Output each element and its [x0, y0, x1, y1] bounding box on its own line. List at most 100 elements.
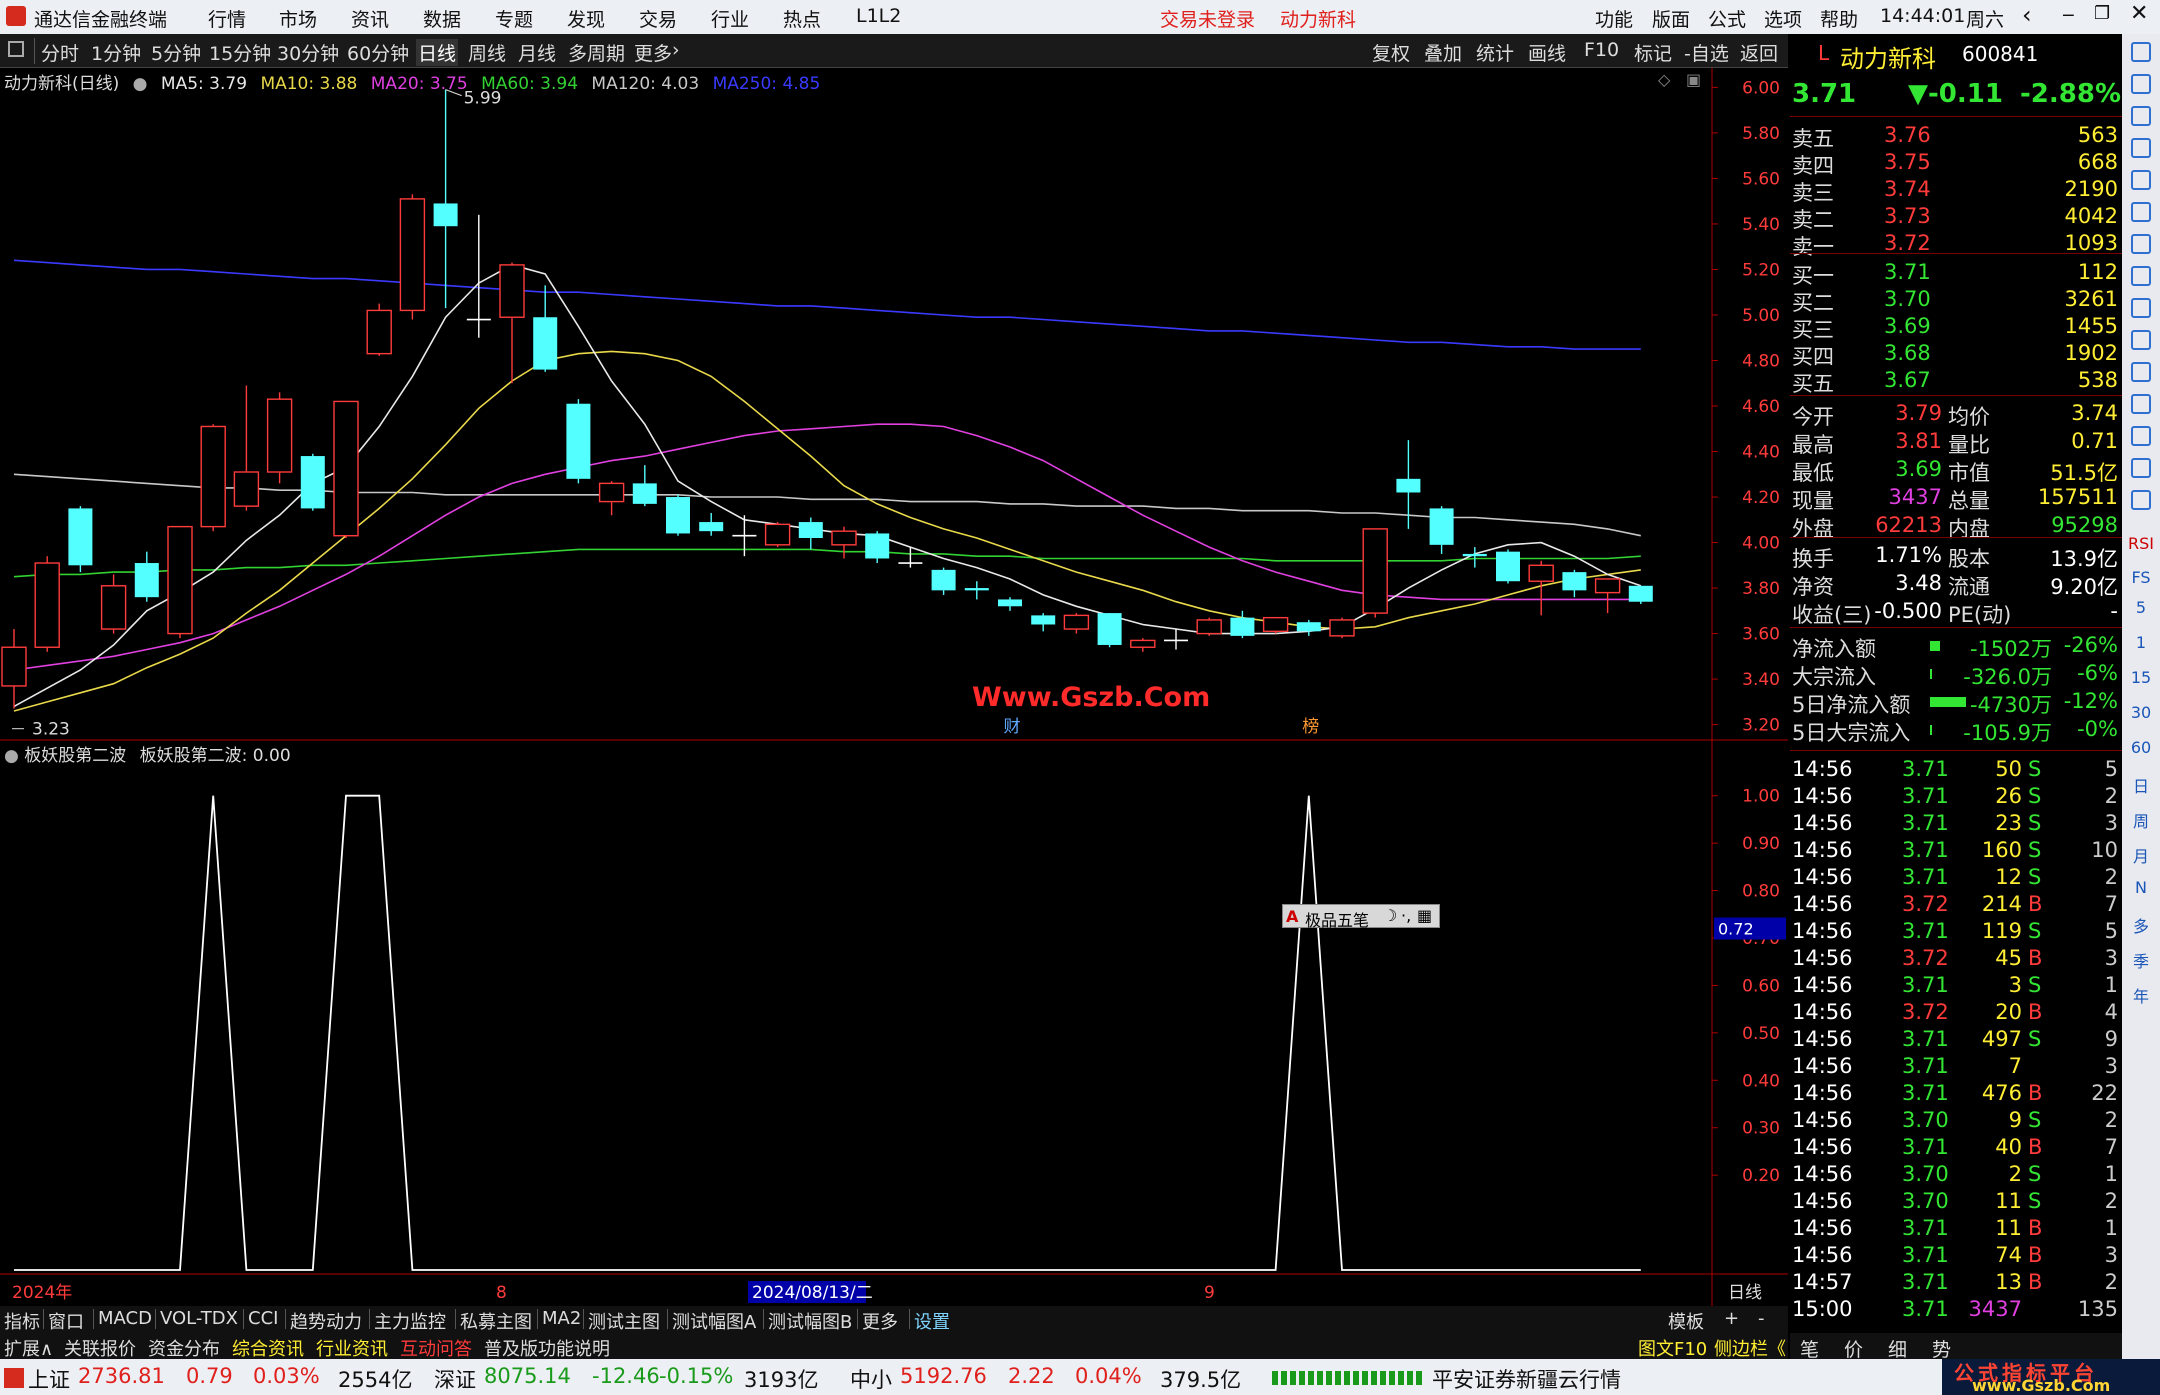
menu-zixun[interactable]: 资讯: [351, 5, 389, 32]
up-arrow-icon[interactable]: [2131, 74, 2151, 94]
info-right-tab-0[interactable]: 图文F10: [1638, 1335, 1707, 1361]
side-label-5[interactable]: 30: [2122, 703, 2160, 722]
period-day[interactable]: 日线: [416, 39, 459, 66]
ask-price[interactable]: 3.74: [1884, 177, 1931, 201]
period-fenshi[interactable]: 分时: [41, 39, 79, 66]
info-tab-3[interactable]: 综合资讯: [232, 1335, 304, 1361]
ask-price[interactable]: 3.75: [1884, 150, 1931, 174]
menu-banmian[interactable]: 版面: [1652, 5, 1690, 32]
grid-icon[interactable]: [2131, 170, 2151, 190]
side-label-11[interactable]: 多: [2122, 913, 2160, 937]
flow-icon[interactable]: [2131, 490, 2151, 510]
ask-price[interactable]: 3.72: [1884, 231, 1931, 255]
bid-price[interactable]: 3.68: [1884, 341, 1931, 365]
side-label-12[interactable]: 季: [2122, 948, 2160, 972]
info-right-tab-1[interactable]: 侧边栏《: [1714, 1335, 1786, 1361]
restore-icon[interactable]: ❐: [2094, 3, 2110, 24]
period-60min[interactable]: 60分钟: [347, 39, 409, 66]
period-1min[interactable]: 1分钟: [91, 39, 141, 66]
ime-toolbar[interactable]: A 极品五笔 ☽ ·, ▦: [1282, 904, 1440, 931]
menu-jiaoyi[interactable]: 交易: [639, 5, 677, 32]
chart-icon[interactable]: [2131, 202, 2151, 222]
quote-tab-jia[interactable]: 价: [1844, 1335, 1863, 1362]
info-tab-4[interactable]: 行业资讯: [316, 1335, 388, 1361]
tool-huaxian[interactable]: 画线: [1528, 39, 1566, 66]
tool-biaoji[interactable]: 标记: [1634, 39, 1672, 66]
close-icon[interactable]: ✕: [2130, 1, 2148, 26]
menu-gongshi[interactable]: 公式: [1708, 5, 1746, 32]
side-label-3[interactable]: 1: [2122, 633, 2160, 652]
side-label-13[interactable]: 年: [2122, 983, 2160, 1007]
menu-hangqing[interactable]: 行情: [208, 5, 246, 32]
bid-price[interactable]: 3.69: [1884, 314, 1931, 338]
menu-redian[interactable]: 热点: [783, 5, 821, 32]
screen-icon[interactable]: [2131, 426, 2151, 446]
side-label-4[interactable]: 15: [2122, 668, 2160, 687]
bid-price[interactable]: 3.67: [1884, 368, 1931, 392]
indicator-tab-5[interactable]: 趋势动力: [290, 1308, 362, 1334]
login-status[interactable]: 交易未登录: [1160, 5, 1255, 32]
menu-bangzhu[interactable]: 帮助: [1820, 5, 1858, 32]
menu-zhuanti[interactable]: 专题: [495, 5, 533, 32]
indicator-tab-10[interactable]: 测试幅图A: [672, 1308, 756, 1334]
tool-fuquan[interactable]: 复权: [1372, 39, 1410, 66]
menu-xuanxiang[interactable]: 选项: [1764, 5, 1802, 32]
menu-shuju[interactable]: 数据: [423, 5, 461, 32]
ime-moon-icon[interactable]: ☽: [1383, 906, 1397, 925]
side-label-7[interactable]: 日: [2122, 773, 2160, 797]
table-icon[interactable]: [2131, 330, 2151, 350]
ask-price[interactable]: 3.76: [1884, 123, 1931, 147]
side-label-9[interactable]: 月: [2122, 843, 2160, 867]
down-arrow-icon[interactable]: [2131, 106, 2151, 126]
indicator-tab-6[interactable]: 主力监控: [374, 1308, 446, 1334]
bid-price[interactable]: 3.70: [1884, 287, 1931, 311]
trend-icon[interactable]: [2131, 234, 2151, 254]
price-chart[interactable]: 5.99 3.23 财 榜 Www.Gszb.Com 6.00 5.80 5.60 5.40 5…: [0, 68, 1788, 1306]
menu-l1l2[interactable]: L1L2: [856, 5, 901, 27]
indicator-tab-9[interactable]: 测试主图: [588, 1308, 660, 1334]
event-label[interactable]: 榜: [1302, 717, 1319, 737]
info-tab-2[interactable]: 资金分布: [148, 1335, 220, 1361]
ime-a-icon[interactable]: A: [1286, 907, 1298, 926]
menu-hangye[interactable]: 行业: [711, 5, 749, 32]
tool-fanhui[interactable]: 返回: [1740, 39, 1778, 66]
quote-tab-bi[interactable]: 笔: [1800, 1335, 1819, 1362]
quote-tab-xi[interactable]: 细: [1888, 1335, 1907, 1362]
template-tab-1[interactable]: +: [1724, 1308, 1739, 1329]
event-label[interactable]: 财: [1004, 717, 1021, 737]
clock-icon[interactable]: [2131, 458, 2151, 478]
period-week[interactable]: 周线: [468, 39, 506, 66]
tool-diejia[interactable]: 叠加: [1424, 39, 1462, 66]
indicator-tab-8[interactable]: MA2: [542, 1308, 581, 1329]
period-30min[interactable]: 30分钟: [277, 39, 339, 66]
f2-icon[interactable]: [2131, 394, 2151, 414]
side-label-0[interactable]: RSI: [2122, 534, 2160, 553]
more-arrow-icon[interactable]: ›: [672, 39, 680, 61]
indicator-tab-1[interactable]: 窗口: [48, 1308, 84, 1334]
info-tab-0[interactable]: 扩展∧: [4, 1335, 53, 1361]
indicator-tab-4[interactable]: CCI: [248, 1308, 278, 1329]
info-tab-6[interactable]: 普及版功能说明: [484, 1335, 610, 1361]
news-icon[interactable]: [2131, 266, 2151, 286]
period-multi[interactable]: 多周期: [568, 39, 625, 66]
menu-gongneng[interactable]: 功能: [1595, 5, 1633, 32]
period-more[interactable]: 更多: [634, 39, 672, 66]
tool-tongji[interactable]: 统计: [1476, 39, 1514, 66]
menu-faxian[interactable]: 发现: [567, 5, 605, 32]
menu-shichang[interactable]: 市场: [279, 5, 317, 32]
indicator-tab-7[interactable]: 私募主图: [460, 1308, 532, 1334]
minimize-icon[interactable]: ‒: [2062, 2, 2075, 26]
panel-toggle-icon[interactable]: [8, 41, 24, 57]
template-tab-2[interactable]: -: [1758, 1308, 1765, 1329]
info-tab-1[interactable]: 关联报价: [64, 1335, 136, 1361]
ime-keyboard-icon[interactable]: ▦: [1417, 906, 1432, 925]
period-15min[interactable]: 15分钟: [209, 39, 271, 66]
quote-tab-shi[interactable]: 势: [1932, 1335, 1951, 1362]
list-icon[interactable]: [2131, 138, 2151, 158]
back-arrow-icon[interactable]: ‹: [2022, 1, 2032, 29]
side-label-8[interactable]: 周: [2122, 808, 2160, 832]
period-month[interactable]: 月线: [518, 39, 556, 66]
ime-label[interactable]: 极品五笔: [1305, 907, 1369, 931]
doc-icon[interactable]: [2131, 362, 2151, 382]
side-label-10[interactable]: N: [2122, 878, 2160, 897]
